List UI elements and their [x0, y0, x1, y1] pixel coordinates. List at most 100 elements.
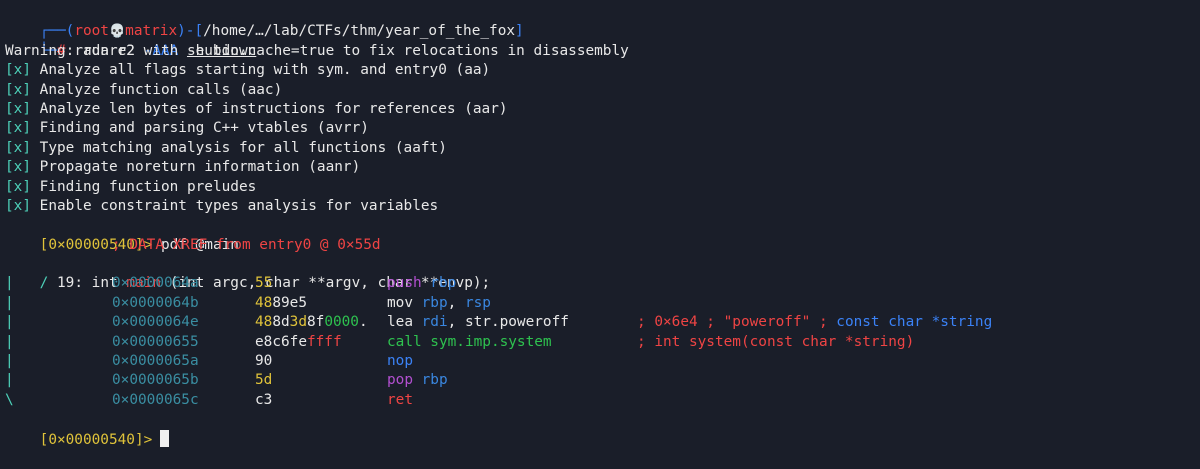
instruction-comment: ; 0×6e4 ; "poweroff" ; const char *strin…	[637, 313, 992, 332]
operand: str.poweroff	[464, 314, 569, 331]
byte-group: ffff	[306, 333, 342, 350]
analysis-text: Finding and parsing C++ vtables (avrr)	[39, 120, 369, 137]
byte-group: 48	[255, 294, 273, 311]
byte-group: 89e5	[272, 294, 307, 311]
instruction-mnemonic: push	[387, 275, 422, 292]
analysis-text: Propagate noreturn information (aanr)	[39, 159, 361, 176]
terminal-cursor[interactable]	[160, 429, 170, 447]
operand: sym.imp.system	[430, 333, 552, 350]
prompt-line-1: ┌──(root💀matrix)-[/home/…/lab/CTFs/thm/y…	[0, 3, 1200, 39]
prompt-line-2: └─# radare2 -AAA shutdown	[0, 22, 1200, 59]
instruction-marker: |	[5, 275, 14, 292]
instruction-mnemonic: mov	[387, 294, 413, 311]
analysis-text: Finding function preludes	[39, 178, 257, 195]
byte-group: e8c6fe	[255, 333, 307, 350]
instruction-row: | 0×0000065b 5d pop rbp	[0, 371, 1200, 390]
operand: rbp	[430, 275, 457, 292]
byte-group: 90	[255, 353, 273, 370]
analysis-list: [x] Analyze all flags starting with sym.…	[0, 61, 1200, 216]
instruction-row: | 0×0000064b 4889e5 mov rbp, rsp	[0, 294, 1200, 313]
instruction-operands: rbp	[422, 371, 448, 390]
operand: rsp	[464, 294, 491, 311]
instruction-bytes: 5d	[255, 371, 272, 390]
byte-group: c3	[255, 391, 273, 408]
instruction-address: 0×0000064e	[112, 314, 199, 331]
analysis-line: [x] Enable constraint types analysis for…	[0, 197, 1200, 216]
instruction-address: 0×0000065a	[112, 353, 199, 370]
instruction-bytes: 90	[255, 352, 272, 371]
disassembly-listing: | 0×0000064a 55 push rbp | 0×0000064b 4889e5 mov…	[0, 274, 1200, 410]
analysis-text: Analyze function calls (aac)	[39, 81, 283, 98]
analysis-text: Analyze len bytes of instructions for re…	[39, 100, 508, 117]
instruction-operands: rdi, str.poweroff	[422, 313, 569, 332]
instruction-address: 0×0000065c	[112, 391, 199, 408]
instruction-operands: rbp, rsp	[422, 294, 491, 313]
analysis-marker: [x]	[5, 81, 31, 98]
warning-line: Warning: run r2 with -e bin.cache=true t…	[5, 42, 629, 59]
instruction-bytes: e8c6feffff	[255, 333, 342, 352]
instruction-operands: rbp	[430, 274, 456, 293]
analysis-text: Enable constraint types analysis for var…	[39, 197, 439, 214]
analysis-marker: [x]	[5, 197, 31, 214]
analysis-line: [x] Propagate noreturn information (aanr…	[0, 158, 1200, 177]
analysis-line: [x] Finding function preludes	[0, 178, 1200, 197]
analysis-marker: [x]	[5, 178, 31, 195]
instruction-bytes: c3	[255, 391, 272, 410]
instruction-bytes: 4889e5	[255, 294, 307, 313]
instruction-mnemonic: ret	[387, 391, 413, 408]
comment-segment: ; 0×6e4 ; "poweroff" ;	[637, 314, 837, 331]
analysis-line: [x] Analyze function calls (aac)	[0, 81, 1200, 100]
xref-line: ; DATA XREF from entry0 @ 0×55d	[0, 236, 1200, 255]
final-prompt-line[interactable]: [0×00000540]>	[0, 410, 1200, 448]
function-header-line: / 19: int main (int argc, char **argv, c…	[0, 255, 1200, 291]
instruction-bytes: 55	[255, 274, 272, 293]
instruction-row: | 0×00000655 e8c6feffff call sym.imp.system;…	[0, 333, 1200, 352]
operand: ,	[447, 294, 465, 311]
analysis-text: Type matching analysis for all functions…	[39, 139, 447, 156]
analysis-line: [x] Analyze all flags starting with sym.…	[0, 61, 1200, 80]
xref-comment: ; DATA XREF from entry0 @ 0×55d	[112, 236, 381, 253]
operand: rbp	[421, 372, 448, 389]
terminal-window[interactable]: ┌──(root💀matrix)-[/home/…/lab/CTFs/thm/y…	[0, 0, 1200, 448]
analysis-line: [x] Finding and parsing C++ vtables (avr…	[0, 119, 1200, 138]
instruction-mnemonic: pop	[387, 372, 413, 389]
analysis-marker: [x]	[5, 100, 31, 117]
byte-group: .	[358, 314, 368, 331]
instruction-mnemonic: lea	[387, 314, 413, 331]
analysis-marker: [x]	[5, 159, 31, 176]
instruction-row: | 0×0000065a 90 nop	[0, 352, 1200, 371]
instruction-row: | 0×0000064e 488d3d8f0000. lea rdi, str.powe…	[0, 313, 1200, 332]
instruction-address: 0×00000655	[112, 333, 199, 350]
byte-group: 0000	[324, 314, 359, 331]
comment-segment: ; int system(const char *string)	[637, 333, 915, 350]
instruction-mnemonic: nop	[387, 353, 413, 370]
instruction-address: 0×0000065b	[112, 372, 199, 389]
byte-group: 3d	[289, 314, 307, 331]
instruction-bytes: 488d3d8f0000.	[255, 313, 368, 332]
instruction-row: | 0×0000064a 55 push rbp	[0, 274, 1200, 293]
analysis-marker: [x]	[5, 120, 31, 137]
instruction-marker: |	[5, 294, 14, 311]
instruction-marker: |	[5, 314, 14, 331]
instruction-address: 0×0000064b	[112, 294, 199, 311]
final-prompt-address: [0×00000540]>	[39, 431, 153, 448]
byte-group: 5d	[255, 372, 273, 389]
analysis-line: [x] Type matching analysis for all funct…	[0, 139, 1200, 158]
instruction-marker: |	[5, 353, 14, 370]
instruction-address: 0×0000064a	[112, 275, 199, 292]
operand: rbp	[421, 294, 448, 311]
analysis-marker: [x]	[5, 62, 31, 79]
byte-group: 48	[255, 314, 273, 331]
operand: ,	[447, 314, 465, 331]
byte-group: 8f	[306, 314, 325, 331]
r2-prompt-line: [0×00000540]> pdf @main	[0, 216, 1200, 253]
analysis-line: [x] Analyze len bytes of instructions fo…	[0, 100, 1200, 119]
analysis-marker: [x]	[5, 139, 31, 156]
comment-segment: const char *string	[836, 314, 993, 331]
operand: rdi	[421, 314, 448, 331]
instruction-marker: \	[5, 391, 14, 408]
instruction-operands: sym.imp.system	[430, 333, 551, 352]
instruction-row: \ 0×0000065c c3 ret	[0, 391, 1200, 410]
instruction-marker: |	[5, 333, 14, 350]
byte-group: 55	[255, 275, 273, 292]
